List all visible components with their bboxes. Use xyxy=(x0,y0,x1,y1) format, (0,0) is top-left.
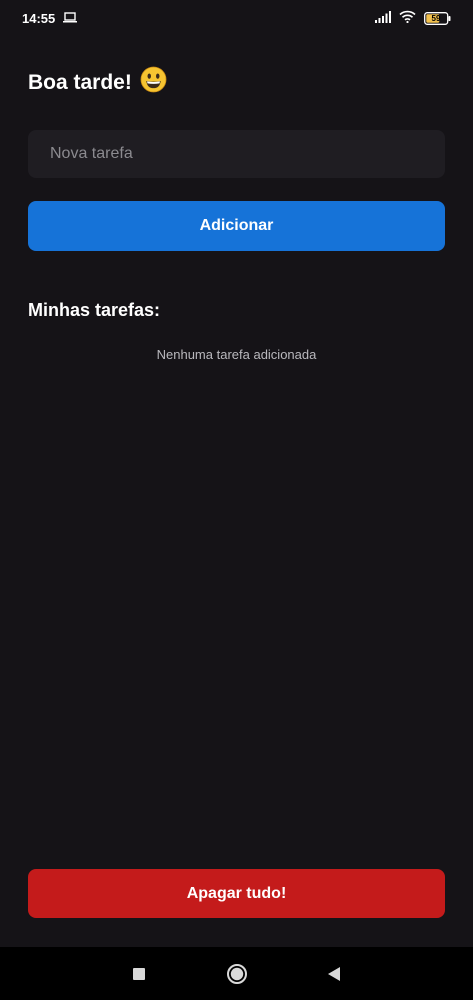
greeting-text: Boa tarde! xyxy=(28,70,132,94)
recents-square-icon[interactable] xyxy=(127,962,151,986)
status-right: 59 xyxy=(375,10,451,26)
page-title: Boa tarde! xyxy=(28,66,167,99)
delete-all-button[interactable]: Apagar tudo! xyxy=(28,869,445,918)
new-task-input[interactable] xyxy=(28,130,445,178)
system-nav-bar xyxy=(0,947,473,1000)
grinning-face-icon xyxy=(140,66,167,99)
add-task-button[interactable]: Adicionar xyxy=(28,201,445,251)
wifi-icon xyxy=(399,10,416,26)
home-circle-icon[interactable] xyxy=(225,962,249,986)
empty-tasks-message: Nenhuma tarefa adicionada xyxy=(156,347,317,362)
battery-level: 59 xyxy=(431,13,441,23)
back-triangle-icon[interactable] xyxy=(322,962,346,986)
status-left: 14:55 xyxy=(22,10,78,26)
status-time: 14:55 xyxy=(22,10,56,26)
status-bar: 14:55 59 xyxy=(0,0,473,36)
laptop-icon xyxy=(63,11,78,26)
app-screen: 14:55 59 Boa tarde! Nova tarefa Adiciona… xyxy=(0,0,473,1000)
signal-icon xyxy=(375,10,391,26)
battery-icon: 59 xyxy=(424,11,451,25)
tasks-title: Minhas tarefas: xyxy=(28,300,161,320)
